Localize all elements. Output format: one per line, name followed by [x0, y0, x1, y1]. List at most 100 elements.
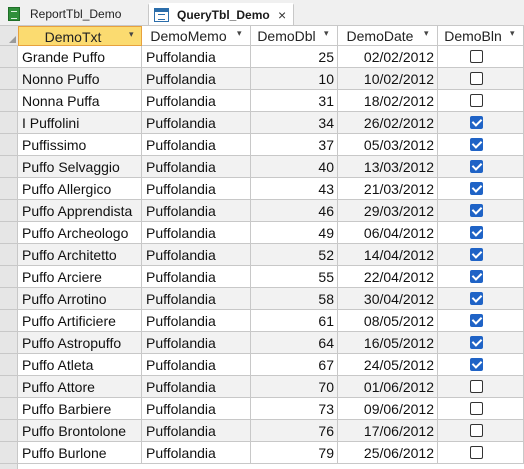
- demobln-checkbox[interactable]: [470, 138, 483, 151]
- demodbl-cell[interactable]: 46: [251, 200, 338, 222]
- demobln-cell[interactable]: [438, 376, 524, 398]
- demotxt-cell[interactable]: Puffo Artificiere: [18, 310, 142, 332]
- demodbl-cell[interactable]: 37: [251, 134, 338, 156]
- demobln-checkbox[interactable]: [470, 424, 483, 437]
- demodate-cell[interactable]: 18/02/2012: [338, 90, 438, 112]
- demodbl-cell[interactable]: 70: [251, 376, 338, 398]
- demodbl-cell[interactable]: 31: [251, 90, 338, 112]
- demotxt-cell[interactable]: Puffo Allergico: [18, 178, 142, 200]
- record-selector[interactable]: [0, 134, 18, 156]
- demomemo-cell[interactable]: Puffolandia: [142, 90, 251, 112]
- column-filter-dropdown-icon[interactable]: ▾: [324, 28, 329, 39]
- demobln-cell[interactable]: [438, 266, 524, 288]
- demobln-cell[interactable]: [438, 244, 524, 266]
- demobln-checkbox[interactable]: [470, 270, 483, 283]
- tab-querytbl-demo[interactable]: QueryTbl_Demo ×: [148, 3, 294, 27]
- demobln-cell[interactable]: [438, 222, 524, 244]
- demodate-cell[interactable]: 06/04/2012: [338, 222, 438, 244]
- record-selector[interactable]: [0, 222, 18, 244]
- demodbl-cell[interactable]: 10: [251, 68, 338, 90]
- demodate-cell[interactable]: 26/02/2012: [338, 112, 438, 134]
- demodate-cell[interactable]: 29/03/2012: [338, 200, 438, 222]
- demomemo-cell[interactable]: Puffolandia: [142, 244, 251, 266]
- column-filter-dropdown-icon[interactable]: ▾: [424, 28, 429, 39]
- demomemo-cell[interactable]: Puffolandia: [142, 420, 251, 442]
- record-selector[interactable]: [0, 420, 18, 442]
- demotxt-cell[interactable]: Puffo Brontolone: [18, 420, 142, 442]
- demodate-cell[interactable]: 10/02/2012: [338, 68, 438, 90]
- demodate-cell[interactable]: 08/05/2012: [338, 310, 438, 332]
- demobln-checkbox[interactable]: [470, 402, 483, 415]
- demodate-cell[interactable]: 25/06/2012: [338, 442, 438, 464]
- demodate-cell[interactable]: 02/02/2012: [338, 46, 438, 68]
- demomemo-cell[interactable]: Puffolandia: [142, 156, 251, 178]
- record-selector[interactable]: [0, 68, 18, 90]
- demodbl-cell[interactable]: 61: [251, 310, 338, 332]
- demomemo-cell[interactable]: Puffolandia: [142, 222, 251, 244]
- record-selector[interactable]: [0, 332, 18, 354]
- tab-reporttbl-demo[interactable]: ReportTbl_Demo: [0, 3, 145, 25]
- demomemo-cell[interactable]: Puffolandia: [142, 310, 251, 332]
- demodbl-cell[interactable]: 25: [251, 46, 338, 68]
- demodbl-cell[interactable]: 58: [251, 288, 338, 310]
- demotxt-cell[interactable]: Puffo Apprendista: [18, 200, 142, 222]
- demotxt-cell[interactable]: Puffo Barbiere: [18, 398, 142, 420]
- demobln-cell[interactable]: [438, 178, 524, 200]
- demotxt-cell[interactable]: I Puffolini: [18, 112, 142, 134]
- record-selector[interactable]: [0, 112, 18, 134]
- record-selector[interactable]: [0, 156, 18, 178]
- demomemo-cell[interactable]: Puffolandia: [142, 134, 251, 156]
- demobln-checkbox[interactable]: [470, 292, 483, 305]
- demomemo-cell[interactable]: Puffolandia: [142, 376, 251, 398]
- demobln-cell[interactable]: [438, 200, 524, 222]
- demobln-cell[interactable]: [438, 332, 524, 354]
- record-selector[interactable]: [0, 442, 18, 464]
- demodate-cell[interactable]: 16/05/2012: [338, 332, 438, 354]
- demobln-cell[interactable]: [438, 46, 524, 68]
- demomemo-cell[interactable]: Puffolandia: [142, 200, 251, 222]
- demobln-checkbox[interactable]: [470, 336, 483, 349]
- demomemo-cell[interactable]: Puffolandia: [142, 68, 251, 90]
- demotxt-cell[interactable]: Puffo Atleta: [18, 354, 142, 376]
- demodate-cell[interactable]: 22/04/2012: [338, 266, 438, 288]
- demodbl-cell[interactable]: 40: [251, 156, 338, 178]
- demodate-cell[interactable]: 30/04/2012: [338, 288, 438, 310]
- demobln-checkbox[interactable]: [470, 226, 483, 239]
- demotxt-cell[interactable]: Grande Puffo: [18, 46, 142, 68]
- demotxt-cell[interactable]: Puffo Attore: [18, 376, 142, 398]
- select-all-button[interactable]: [0, 26, 18, 46]
- demobln-checkbox[interactable]: [470, 358, 483, 371]
- demomemo-cell[interactable]: Puffolandia: [142, 288, 251, 310]
- demodate-cell[interactable]: 05/03/2012: [338, 134, 438, 156]
- demobln-checkbox[interactable]: [470, 380, 483, 393]
- demobln-cell[interactable]: [438, 134, 524, 156]
- column-header-demotxt[interactable]: DemoTxt ▾: [18, 26, 142, 46]
- record-selector[interactable]: [0, 90, 18, 112]
- record-selector[interactable]: [0, 310, 18, 332]
- demotxt-cell[interactable]: Puffo Arciere: [18, 266, 142, 288]
- demobln-cell[interactable]: [438, 288, 524, 310]
- record-selector[interactable]: [0, 200, 18, 222]
- demobln-cell[interactable]: [438, 156, 524, 178]
- column-header-demodbl[interactable]: DemoDbl ▾: [251, 26, 338, 46]
- demotxt-cell[interactable]: Puffissimo: [18, 134, 142, 156]
- demotxt-cell[interactable]: Puffo Architetto: [18, 244, 142, 266]
- demotxt-cell[interactable]: Puffo Burlone: [18, 442, 142, 464]
- demomemo-cell[interactable]: Puffolandia: [142, 354, 251, 376]
- demobln-cell[interactable]: [438, 68, 524, 90]
- demobln-checkbox[interactable]: [470, 72, 483, 85]
- demotxt-cell[interactable]: Nonno Puffo: [18, 68, 142, 90]
- demodate-cell[interactable]: 09/06/2012: [338, 398, 438, 420]
- record-selector[interactable]: [0, 288, 18, 310]
- demomemo-cell[interactable]: Puffolandia: [142, 178, 251, 200]
- demobln-cell[interactable]: [438, 310, 524, 332]
- demodbl-cell[interactable]: 76: [251, 420, 338, 442]
- demobln-cell[interactable]: [438, 112, 524, 134]
- demotxt-cell[interactable]: Nonna Puffa: [18, 90, 142, 112]
- demodbl-cell[interactable]: 49: [251, 222, 338, 244]
- demodbl-cell[interactable]: 55: [251, 266, 338, 288]
- demobln-checkbox[interactable]: [470, 314, 483, 327]
- demobln-checkbox[interactable]: [470, 446, 483, 459]
- demobln-cell[interactable]: [438, 90, 524, 112]
- demobln-checkbox[interactable]: [470, 94, 483, 107]
